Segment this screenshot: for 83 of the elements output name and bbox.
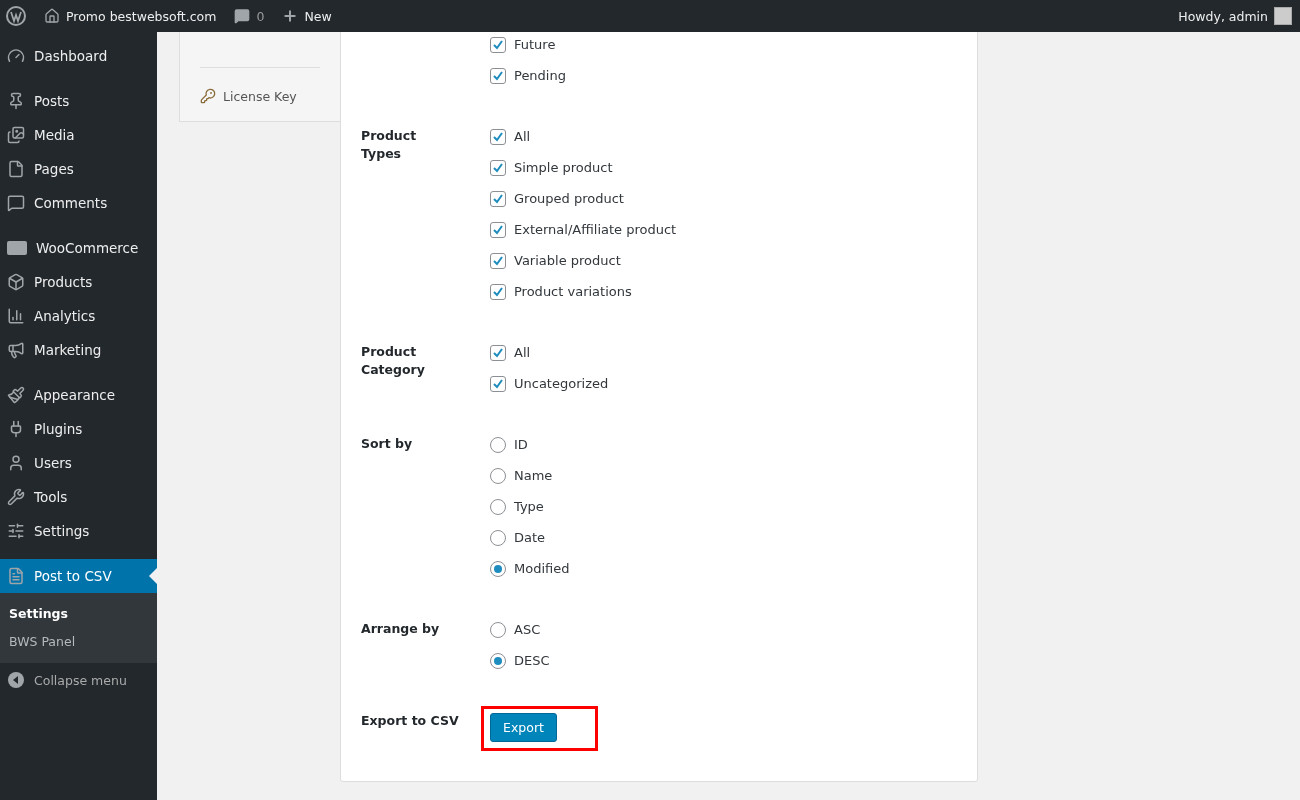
checkbox-option[interactable]: Grouped product [490, 183, 677, 214]
sidebar-item[interactable]: Tools [0, 480, 157, 514]
menu-icon [7, 92, 25, 110]
menu-icon [7, 341, 25, 359]
sidebar-item[interactable]: Analytics [0, 299, 157, 333]
checkbox-option[interactable]: Future [490, 32, 566, 60]
key-icon [200, 88, 216, 104]
field-label: Product Types [361, 127, 418, 163]
checkbox-option[interactable]: All [490, 121, 677, 152]
radio-option[interactable]: Modified [490, 553, 570, 584]
account-link[interactable]: Howdy, admin [1178, 7, 1292, 25]
checkbox[interactable] [490, 344, 506, 361]
menu-icon [7, 160, 25, 178]
checkbox-option[interactable]: Variable product [490, 245, 677, 276]
collapse-menu-button[interactable]: Collapse menu [0, 663, 157, 697]
radio-option[interactable]: ASC [490, 614, 550, 645]
field-label: Export to CSV [361, 712, 460, 730]
radio-option[interactable]: Name [490, 460, 570, 491]
comment-count: 0 [256, 8, 265, 24]
menu-icon [7, 522, 25, 540]
checkbox-option[interactable]: Product variations [490, 276, 677, 307]
export-button[interactable]: Export [490, 713, 557, 742]
sidebar-item[interactable]: Appearance [0, 378, 157, 412]
checkbox[interactable] [490, 252, 506, 269]
radio-button[interactable] [490, 621, 506, 638]
radio-button[interactable] [490, 467, 506, 484]
radio-button[interactable] [490, 560, 506, 577]
field-label: Sort by [361, 435, 414, 453]
menu-icon [7, 567, 25, 585]
checkbox[interactable] [490, 159, 506, 176]
wordpress-logo-icon[interactable] [6, 6, 26, 26]
submenu-item[interactable]: BWS Panel [0, 627, 157, 655]
sidebar-item[interactable]: Marketing [0, 333, 157, 367]
checkbox-option[interactable]: Simple product [490, 152, 677, 183]
field-label: Arrange by [361, 620, 441, 638]
home-icon [44, 8, 60, 24]
menu-icon [7, 194, 25, 212]
radio-option[interactable]: Date [490, 522, 570, 553]
sidebar-item[interactable]: Comments [0, 186, 157, 220]
checkbox-option[interactable]: All [490, 337, 609, 368]
checkbox[interactable] [490, 190, 506, 207]
collapse-icon [7, 671, 25, 689]
comment-icon [234, 8, 251, 24]
checkbox[interactable] [490, 128, 506, 145]
menu-icon [7, 273, 25, 291]
sidebar-item[interactable]: Plugins [0, 412, 157, 446]
checkbox[interactable] [490, 375, 506, 392]
radio-button[interactable] [490, 652, 506, 669]
greeting: Howdy, admin [1178, 8, 1268, 24]
radio-option[interactable]: Type [490, 491, 570, 522]
sidebar-item[interactable]: Pages [0, 152, 157, 186]
sidebar-item[interactable]: Products [0, 265, 157, 299]
sidebar-item[interactable]: Settings [0, 514, 157, 548]
menu-icon [7, 454, 25, 472]
checkbox-option[interactable]: External/Affiliate product [490, 214, 677, 245]
checkbox-option[interactable]: Uncategorized [490, 368, 609, 399]
radio-option[interactable]: DESC [490, 645, 550, 676]
menu-icon [7, 488, 25, 506]
license-key-tab[interactable]: License Key [200, 88, 320, 104]
sidebar-item[interactable]: Dashboard [0, 39, 157, 73]
menu-icon [7, 47, 25, 65]
radio-option[interactable]: ID [490, 429, 570, 460]
checkbox[interactable] [490, 283, 506, 300]
field-label: Product Category [361, 343, 426, 379]
checkbox[interactable] [490, 221, 506, 238]
checkbox-option[interactable]: Pending [490, 60, 566, 91]
checkbox[interactable] [490, 36, 506, 53]
menu-icon [7, 307, 25, 325]
submenu-item[interactable]: Settings [0, 599, 157, 627]
new-link[interactable]: New [282, 8, 332, 24]
sidebar-item[interactable]: Media [0, 118, 157, 152]
radio-button[interactable] [490, 436, 506, 453]
radio-button[interactable] [490, 498, 506, 515]
sidebar-item[interactable]: Users [0, 446, 157, 480]
menu-icon [7, 126, 25, 144]
checkbox[interactable] [490, 67, 506, 84]
sidebar-item[interactable]: WooCommerce [0, 231, 157, 265]
comments-link[interactable]: 0 [234, 8, 265, 24]
menu-icon [7, 386, 25, 404]
sidebar-item[interactable]: Posts [0, 84, 157, 118]
sidebar-item[interactable]: Post to CSV [0, 559, 157, 593]
radio-button[interactable] [490, 529, 506, 546]
avatar-icon [1274, 7, 1292, 25]
